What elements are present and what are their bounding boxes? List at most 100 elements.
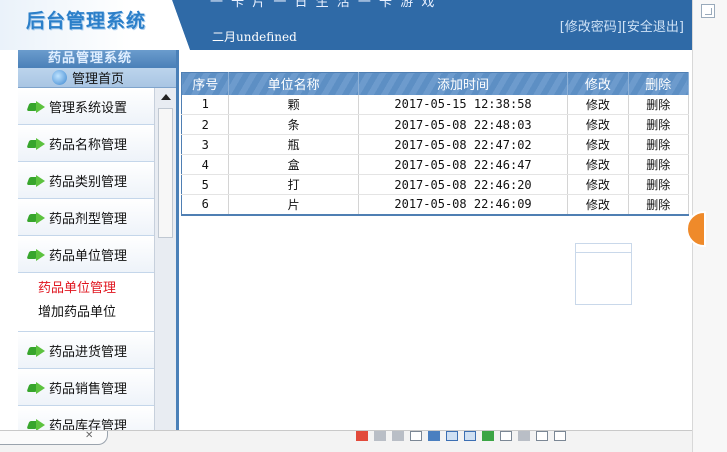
change-password-link[interactable]: [修改密码] [560, 20, 622, 35]
edit-link[interactable]: 修改 [567, 174, 629, 195]
date-text: 二月undefined [212, 30, 297, 44]
table-row: 2 条 2017-05-08 22:48:03 修改 删除 [181, 114, 690, 135]
sidebar-item-label: 药品单位管理 [49, 248, 128, 264]
cell-added-time: 2017-05-08 22:46:09 [358, 194, 569, 216]
cell-added-time: 2017-05-08 22:46:20 [358, 174, 569, 195]
restore-window-icon[interactable] [701, 4, 715, 18]
sidebar-item-drug-units[interactable]: 药品单位管理 [18, 236, 154, 273]
submenu-unit-management[interactable]: 药品单位管理 [18, 277, 154, 301]
logout-link[interactable]: [安全退出] [622, 20, 684, 35]
table-header-row: 序号 单位名称 添加时间 修改 删除 [181, 72, 690, 95]
cell-id: 1 [181, 94, 230, 115]
table-row: 4 盒 2017-05-08 22:46:47 修改 删除 [181, 154, 690, 175]
sidebar-item-system-settings[interactable]: 管理系统设置 [18, 88, 154, 125]
sidebar-home[interactable]: 管理首页 [18, 68, 176, 88]
window-icon[interactable] [428, 431, 440, 441]
sidebar-menu: 管理系统设置 药品名称管理 药品类别管理 药品剂型管理 药品单位管理 药品单位管… [18, 88, 154, 430]
main-content: 序号 单位名称 添加时间 修改 删除 1 颗 2017-05-15 12:38:… [179, 50, 692, 430]
green-arrow-icon [28, 100, 46, 113]
stop-icon[interactable] [356, 431, 368, 441]
sidebar-submenu-units: 药品单位管理 增加药品单位 [18, 273, 154, 332]
sidebar-scroll-area: 管理系统设置 药品名称管理 药品类别管理 药品剂型管理 药品单位管理 药品单位管… [18, 88, 176, 430]
scissors-icon[interactable] [392, 431, 404, 441]
header-links: [修改密码][安全退出] [560, 16, 684, 35]
col-header-id: 序号 [181, 72, 230, 95]
table-row: 5 打 2017-05-08 22:46:20 修改 删除 [181, 174, 690, 195]
top-banner-text: 一 卡 片 一 日 生 活 一 卡 游 戏 [210, 0, 437, 10]
cut-icon[interactable] [374, 431, 386, 441]
table-row: 3 瓶 2017-05-08 22:47:02 修改 删除 [181, 134, 690, 155]
cell-id: 5 [181, 174, 230, 195]
bottom-status-bar: ✕ [0, 430, 692, 452]
document-icon[interactable] [500, 431, 512, 441]
share-icon[interactable] [482, 431, 494, 441]
sidebar-item-label: 药品类别管理 [49, 174, 128, 190]
green-arrow-icon [28, 248, 46, 261]
cell-id: 6 [181, 194, 230, 216]
edit-link[interactable]: 修改 [567, 154, 629, 175]
cell-unit-name: 颗 [228, 94, 359, 115]
cell-id: 4 [181, 154, 230, 175]
cell-added-time: 2017-05-08 22:48:03 [358, 114, 569, 135]
fullscreen-icon[interactable] [554, 431, 566, 441]
sidebar-item-label: 药品名称管理 [49, 137, 128, 153]
sidebar: 药品管理系统 管理首页 管理系统设置 药品名称管理 药品类别管理 药品剂型管理 [18, 50, 176, 430]
split-view-icon[interactable] [464, 431, 476, 441]
sidebar-item-drug-sales[interactable]: 药品销售管理 [18, 369, 154, 406]
delete-link[interactable]: 删除 [628, 134, 690, 155]
scroll-up-icon[interactable] [161, 94, 171, 100]
green-arrow-icon [28, 344, 46, 357]
col-header-edit: 修改 [567, 72, 629, 95]
top-header: 后台管理系统 一 卡 片 一 日 生 活 一 卡 游 戏 二月undefined… [0, 0, 692, 50]
cell-added-time: 2017-05-08 22:46:47 [358, 154, 569, 175]
green-arrow-icon [28, 418, 46, 430]
page-icon[interactable] [410, 431, 422, 441]
table-row: 1 颗 2017-05-15 12:38:58 修改 删除 [181, 94, 690, 115]
edit-link[interactable]: 修改 [567, 94, 629, 115]
col-header-delete: 删除 [628, 72, 690, 95]
units-table-wrapper: 序号 单位名称 添加时间 修改 删除 1 颗 2017-05-15 12:38:… [179, 72, 692, 216]
sidebar-item-drug-names[interactable]: 药品名称管理 [18, 125, 154, 162]
delete-link[interactable]: 删除 [628, 94, 690, 115]
green-arrow-icon [28, 211, 46, 224]
sidebar-item-drug-inventory[interactable]: 药品库存管理 [18, 406, 154, 430]
layout-icon[interactable] [446, 431, 458, 441]
cell-unit-name: 盒 [228, 154, 359, 175]
delete-link[interactable]: 删除 [628, 154, 690, 175]
green-arrow-icon [28, 174, 46, 187]
cell-id: 2 [181, 114, 230, 135]
edit-icon[interactable] [518, 431, 530, 441]
scrollbar-thumb[interactable] [158, 108, 173, 238]
close-tab-icon[interactable]: ✕ [85, 430, 93, 441]
edit-link[interactable]: 修改 [567, 134, 629, 155]
delete-link[interactable]: 删除 [628, 174, 690, 195]
cell-id: 3 [181, 134, 230, 155]
green-arrow-icon [28, 381, 46, 394]
cell-added-time: 2017-05-15 12:38:58 [358, 94, 569, 115]
sidebar-title: 药品管理系统 [18, 50, 176, 68]
cell-unit-name: 打 [228, 174, 359, 195]
app-logo: 后台管理系统 [26, 10, 147, 32]
cell-unit-name: 条 [228, 114, 359, 135]
delete-link[interactable]: 删除 [628, 114, 690, 135]
bottom-toolbar [356, 431, 566, 441]
sidebar-home-label: 管理首页 [72, 72, 125, 87]
bottom-tab[interactable]: ✕ [0, 430, 108, 445]
sidebar-item-drug-categories[interactable]: 药品类别管理 [18, 162, 154, 199]
sidebar-item-drug-purchasing[interactable]: 药品进货管理 [18, 332, 154, 369]
submenu-add-unit[interactable]: 增加药品单位 [18, 301, 154, 325]
sidebar-item-label: 管理系统设置 [49, 100, 128, 116]
col-header-unit-name: 单位名称 [228, 72, 359, 95]
edit-link[interactable]: 修改 [567, 114, 629, 135]
sidebar-item-drug-dosage-forms[interactable]: 药品剂型管理 [18, 199, 154, 236]
green-arrow-icon [28, 137, 46, 150]
delete-link[interactable]: 删除 [628, 194, 690, 216]
sidebar-scrollbar[interactable] [154, 88, 176, 430]
globe-icon [52, 70, 67, 85]
table-row: 6 片 2017-05-08 22:46:09 修改 删除 [181, 194, 690, 216]
edit-link[interactable]: 修改 [567, 194, 629, 216]
cell-unit-name: 片 [228, 194, 359, 216]
grid-icon[interactable] [536, 431, 548, 441]
col-header-added-time: 添加时间 [358, 72, 569, 95]
units-table: 序号 单位名称 添加时间 修改 删除 1 颗 2017-05-15 12:38:… [181, 72, 690, 216]
